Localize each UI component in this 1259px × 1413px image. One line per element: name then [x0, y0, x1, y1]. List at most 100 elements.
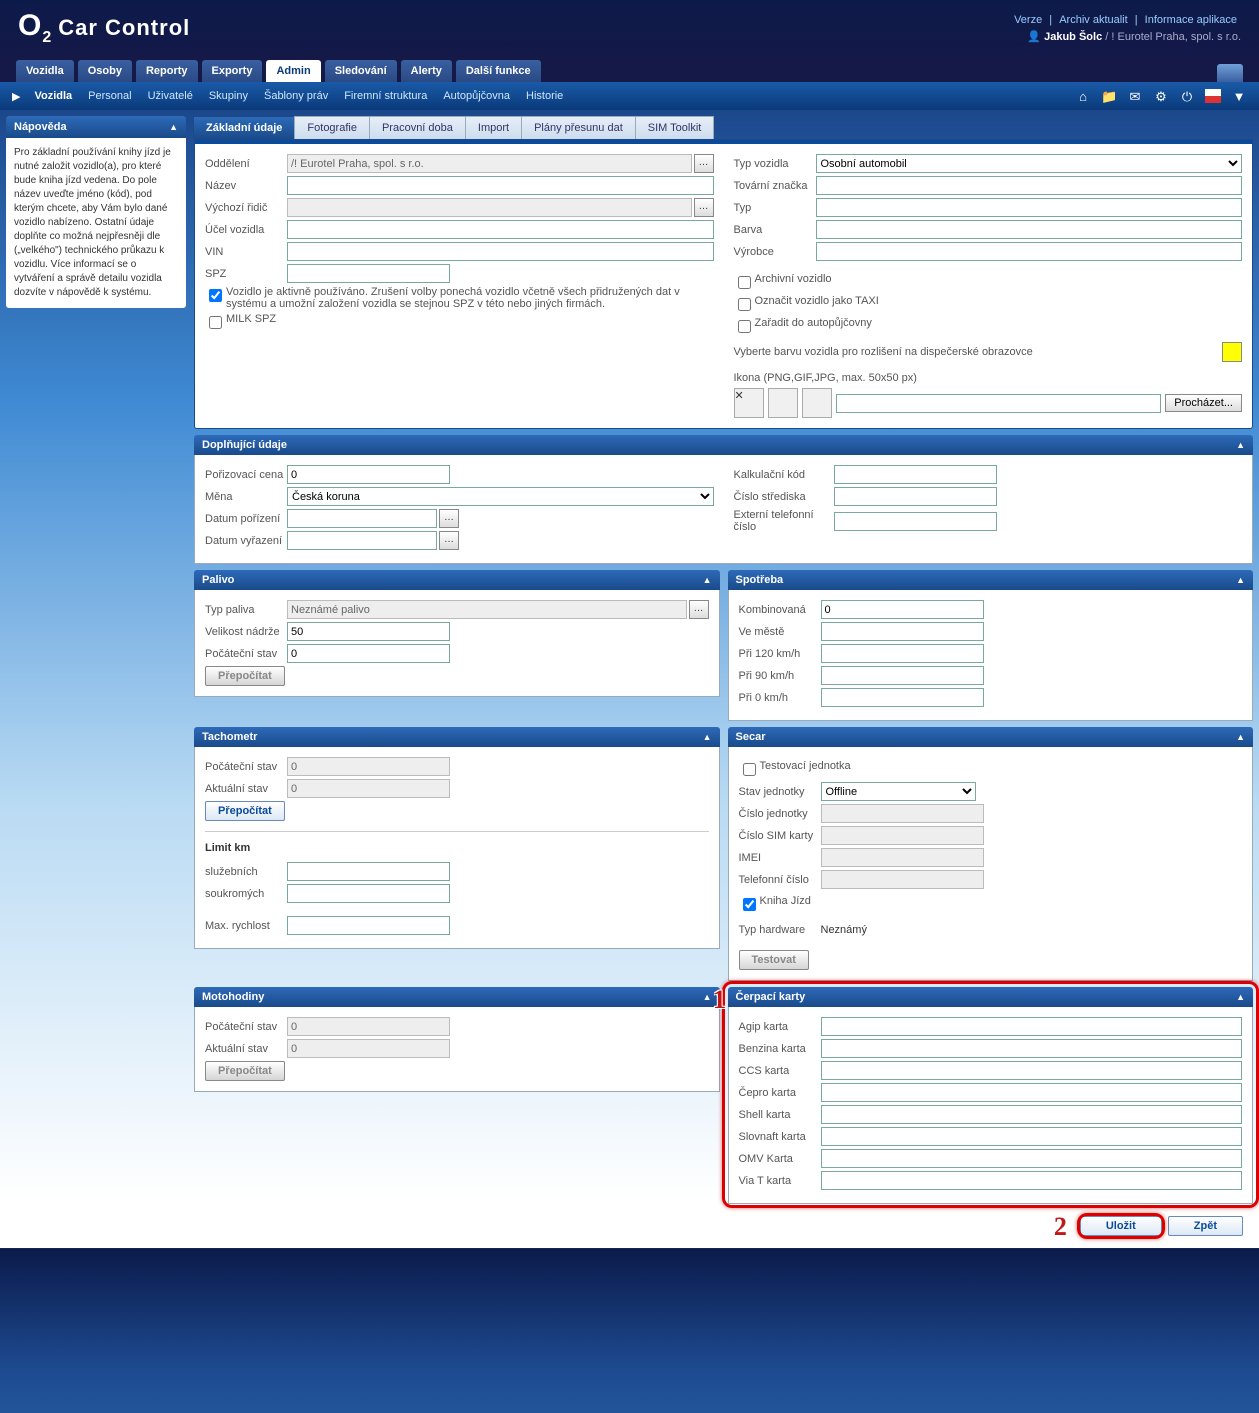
picker-button[interactable]: … [689, 600, 709, 619]
sub-nav-item[interactable]: Personal [88, 90, 131, 102]
collapse-icon[interactable]: ▲ [1236, 732, 1245, 742]
collapse-icon[interactable]: ▲ [703, 575, 712, 585]
overflow-button[interactable] [1217, 64, 1243, 82]
oddeleni-input[interactable] [287, 154, 692, 173]
sub-nav-item[interactable]: Skupiny [209, 90, 248, 102]
pujcovna-checkbox[interactable] [738, 320, 751, 333]
cstred-input[interactable] [834, 487, 997, 506]
karta-input[interactable] [821, 1127, 1243, 1146]
komb-input[interactable] [821, 600, 984, 619]
exttel-input[interactable] [834, 512, 997, 531]
main-tab[interactable]: Admin [266, 60, 320, 82]
collapse-icon[interactable]: ▲ [703, 992, 712, 1002]
stav-select[interactable]: Offline [821, 782, 976, 801]
section-header[interactable]: Secar▲ [728, 727, 1254, 747]
tacho-poc-input[interactable] [287, 757, 450, 776]
save-button[interactable]: Uložit [1080, 1216, 1162, 1236]
cjed-input[interactable] [821, 804, 984, 823]
form-tab[interactable]: SIM Toolkit [635, 116, 715, 139]
browse-button[interactable]: Procházet... [1165, 394, 1242, 412]
gear-icon[interactable]: ⚙ [1153, 89, 1169, 103]
collapse-icon[interactable]: ▲ [1236, 440, 1245, 450]
sub-nav-item[interactable]: Autopůjčovna [443, 90, 510, 102]
pcena-input[interactable] [287, 465, 450, 484]
chevron-down-icon[interactable]: ▼ [1231, 89, 1247, 103]
collapse-icon[interactable]: ▲ [703, 732, 712, 742]
sub-nav-item[interactable]: Historie [526, 90, 563, 102]
folder-icon[interactable]: 📁 [1101, 89, 1117, 103]
test-jednotka-checkbox[interactable] [743, 763, 756, 776]
sluz-input[interactable] [287, 862, 450, 881]
nadrz-input[interactable] [287, 622, 450, 641]
icon-slot[interactable] [802, 388, 832, 418]
karta-input[interactable] [821, 1061, 1243, 1080]
spz-input[interactable] [287, 264, 450, 283]
moto-poc-input[interactable] [287, 1017, 450, 1036]
kniha-jizd-checkbox[interactable] [743, 898, 756, 911]
main-tab[interactable]: Alerty [401, 60, 452, 82]
section-header[interactable]: Spotřeba▲ [728, 570, 1254, 590]
mail-icon[interactable]: ✉ [1127, 89, 1143, 103]
p90-input[interactable] [821, 666, 984, 685]
maxr-input[interactable] [287, 916, 450, 935]
znacka-input[interactable] [816, 176, 1243, 195]
mesto-input[interactable] [821, 622, 984, 641]
typ-paliva-input[interactable] [287, 600, 687, 619]
karta-input[interactable] [821, 1039, 1243, 1058]
picker-button[interactable]: … [694, 198, 714, 217]
moto-akt-input[interactable] [287, 1039, 450, 1058]
dvyr-input[interactable] [287, 531, 437, 550]
icon-slot[interactable]: ✕ [734, 388, 764, 418]
icon-slot[interactable] [768, 388, 798, 418]
form-tab[interactable]: Fotografie [294, 116, 370, 139]
section-header[interactable]: Doplňující údaje▲ [194, 435, 1253, 455]
karta-input[interactable] [821, 1105, 1243, 1124]
sub-nav-item[interactable]: Firemní struktura [344, 90, 427, 102]
help-header[interactable]: Nápověda▲ [6, 116, 186, 138]
picker-button[interactable]: … [694, 154, 714, 173]
main-tab[interactable]: Vozidla [16, 60, 74, 82]
tel-input[interactable] [821, 870, 984, 889]
back-button[interactable]: Zpět [1168, 1216, 1243, 1236]
sub-nav-item[interactable]: Šablony práv [264, 90, 328, 102]
souk-input[interactable] [287, 884, 450, 903]
collapse-icon[interactable]: ▲ [169, 122, 178, 132]
prepocitat-button[interactable]: Přepočítat [205, 666, 285, 686]
form-tab[interactable]: Pracovní doba [369, 116, 466, 139]
testovat-button[interactable]: Testovat [739, 950, 809, 970]
form-tab[interactable]: Plány přesunu dat [521, 116, 636, 139]
home-icon[interactable]: ⌂ [1075, 89, 1091, 103]
main-tab[interactable]: Exporty [202, 60, 263, 82]
section-header[interactable]: Palivo▲ [194, 570, 720, 590]
karta-input[interactable] [821, 1083, 1243, 1102]
p120-input[interactable] [821, 644, 984, 663]
form-tab[interactable]: Import [465, 116, 522, 139]
section-header[interactable]: Čerpací karty▲ [728, 987, 1254, 1007]
link-info[interactable]: Informace aplikace [1145, 14, 1237, 26]
flag-icon[interactable] [1205, 89, 1221, 103]
dpor-input[interactable] [287, 509, 437, 528]
prepocitat-button[interactable]: Přepočítat [205, 1061, 285, 1081]
date-picker-button[interactable]: … [439, 531, 459, 550]
sub-nav-item[interactable]: Vozidla [34, 90, 72, 102]
link-verze[interactable]: Verze [1014, 14, 1042, 26]
form-tab[interactable]: Základní údaje [193, 116, 295, 139]
milk-checkbox[interactable] [209, 316, 222, 329]
p0-input[interactable] [821, 688, 984, 707]
mena-select[interactable]: Česká koruna [287, 487, 714, 506]
date-picker-button[interactable]: … [439, 509, 459, 528]
karta-input[interactable] [821, 1171, 1243, 1190]
main-tab[interactable]: Reporty [136, 60, 198, 82]
vyrobce-input[interactable] [816, 242, 1243, 261]
collapse-icon[interactable]: ▲ [1236, 992, 1245, 1002]
section-header[interactable]: Tachometr▲ [194, 727, 720, 747]
file-path-input[interactable] [836, 394, 1162, 413]
kalk-input[interactable] [834, 465, 997, 484]
tacho-akt-input[interactable] [287, 779, 450, 798]
archiv-checkbox[interactable] [738, 276, 751, 289]
barva-input[interactable] [816, 220, 1243, 239]
taxi-checkbox[interactable] [738, 298, 751, 311]
prepocitat-button[interactable]: Přepočítat [205, 801, 285, 821]
main-tab[interactable]: Osoby [78, 60, 132, 82]
typ-input[interactable] [816, 198, 1243, 217]
